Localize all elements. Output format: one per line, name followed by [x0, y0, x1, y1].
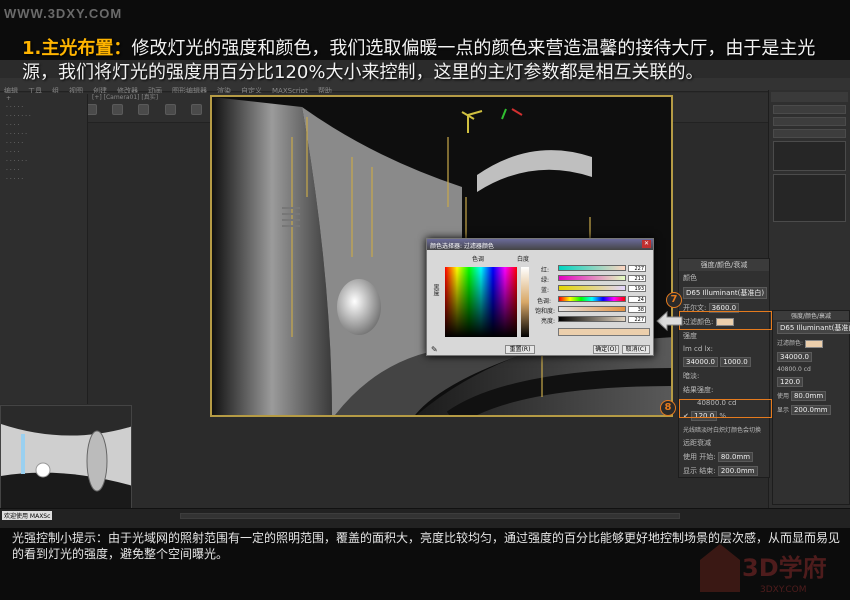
headline-body: 修改灯光的强度和颜色，我们选取偏暖一点的颜色来营造温馨的接待大厅，由于是主光源，… — [22, 38, 816, 83]
percent-highlight — [679, 399, 772, 418]
viewport-label: [+] [Camera01] [真实] — [92, 94, 159, 101]
status-bar: 欢迎使用 MAXSc — [0, 508, 850, 528]
headline: 1.主光布置：修改灯光的强度和颜色，我们选取偏暖一点的颜色来营造温馨的接待大厅，… — [22, 37, 842, 85]
end-label: 结束: — [699, 467, 716, 475]
eyedropper-icon[interactable]: ✎ — [431, 345, 438, 354]
select-icon[interactable] — [112, 103, 124, 115]
hue-spectrum[interactable] — [445, 267, 517, 337]
maxscript-listener-badge[interactable]: 欢迎使用 MAXSc — [2, 511, 53, 520]
whiteness-slider[interactable] — [521, 267, 529, 337]
red-slider[interactable] — [558, 265, 626, 271]
red-value[interactable]: 227 — [628, 265, 646, 272]
intensity-panel-duplicate: 强度/颜色/衰减 D65 Illuminant(基准白) 过滤颜色: 34000… — [772, 310, 850, 505]
far-attenuation-label: 远距衰减 — [683, 439, 711, 447]
channel-label-r: 红: — [541, 267, 550, 274]
end-field[interactable]: 200.0mm — [717, 466, 758, 476]
hue-slider[interactable] — [558, 296, 626, 302]
intensity-color-attenuation-panel: 强度/颜色/衰减 颜色 D65 Illuminant(基准白) 开尔文: 360… — [678, 258, 770, 478]
value-value[interactable]: 227 — [628, 316, 646, 323]
dimming-label: 暗淡: — [683, 372, 700, 380]
panel-title: 强度/颜色/衰减 — [679, 259, 769, 271]
channel-label-g: 绿: — [541, 277, 550, 284]
move-icon[interactable] — [164, 103, 176, 115]
hue-value[interactable]: 24 — [628, 296, 646, 303]
saturation-value[interactable]: 38 — [628, 306, 646, 313]
marker-eight: 8 — [660, 400, 676, 416]
rotate-icon[interactable] — [190, 103, 202, 115]
start-field[interactable]: 80.0mm — [717, 452, 754, 462]
close-icon[interactable]: ✕ — [642, 240, 651, 248]
blue-value[interactable]: 193 — [628, 285, 646, 292]
result-intensity-label: 结果强度: — [683, 386, 714, 394]
dialog-title: 颜色选择器: 过滤器颜色 — [427, 239, 653, 250]
channel-label-value: 亮度: — [541, 318, 556, 325]
channel-label-hue: 色调: — [537, 298, 552, 305]
render-preview-thumbnail — [0, 405, 132, 509]
pointer-arrow — [656, 310, 683, 332]
color-section-label: 颜色 — [683, 274, 697, 282]
blackness-label: 黑度 — [432, 284, 439, 296]
scene-explorer-panel: + · · · · · · · · · · · · · · · · · · · · · … — [0, 94, 88, 404]
unit-lx[interactable]: lx: — [705, 345, 713, 353]
3dxy-logo-watermark: 3D学府 3DXY.COM — [700, 544, 827, 595]
logo-text: 3D学府 — [742, 554, 827, 582]
illuminant-dropdown[interactable]: D65 Illuminant(基准白) — [683, 287, 768, 299]
object-name-field[interactable] — [773, 105, 846, 114]
intensity-label: 强度 — [683, 332, 697, 340]
saturation-slider[interactable] — [558, 306, 626, 312]
green-slider[interactable] — [558, 275, 626, 281]
channel-label-b: 蓝: — [541, 287, 550, 294]
value-slider[interactable] — [558, 316, 626, 322]
modifier-list[interactable] — [773, 117, 846, 126]
select-region-icon[interactable] — [138, 103, 150, 115]
filter-color-highlight — [679, 311, 772, 330]
current-color-swatch — [558, 328, 650, 336]
timeline[interactable] — [180, 513, 680, 519]
headline-title: 1.主光布置： — [22, 38, 132, 59]
whiteness-label: 白度 — [517, 256, 530, 263]
logo-url: 3DXY.COM — [760, 585, 807, 595]
unit-cd[interactable]: cd — [694, 345, 702, 353]
cancel-button[interactable]: 取消(C) — [622, 345, 650, 354]
marker-seven: 7 — [666, 292, 682, 308]
incandescent-option[interactable]: 光线暗淡时白炽灯颜色会切换 — [679, 423, 769, 436]
channel-label-sat: 饱和度: — [535, 308, 556, 315]
unit-lm[interactable]: lm — [683, 345, 692, 353]
distance-field[interactable]: 1000.0 — [720, 357, 751, 367]
command-tabs[interactable] — [771, 92, 848, 102]
site-watermark: WWW.3DXY.COM — [4, 6, 123, 21]
hue-label: 色调 — [472, 256, 485, 263]
use-checkbox[interactable]: 使用 — [683, 453, 697, 461]
ok-button[interactable]: 确定(O) — [593, 345, 619, 354]
intensity-field[interactable]: 34000.0 — [683, 357, 718, 367]
show-checkbox[interactable]: 显示 — [683, 467, 697, 475]
blue-slider[interactable] — [558, 285, 626, 291]
start-label: 开始: — [699, 453, 716, 461]
color-selector-dialog: 颜色选择器: 过滤器颜色 ✕ 色调 白度 黑度 红: 227 绿: 213 蓝:… — [426, 238, 654, 356]
reset-button[interactable]: 重置(R) — [505, 345, 535, 354]
green-value[interactable]: 213 — [628, 275, 646, 282]
